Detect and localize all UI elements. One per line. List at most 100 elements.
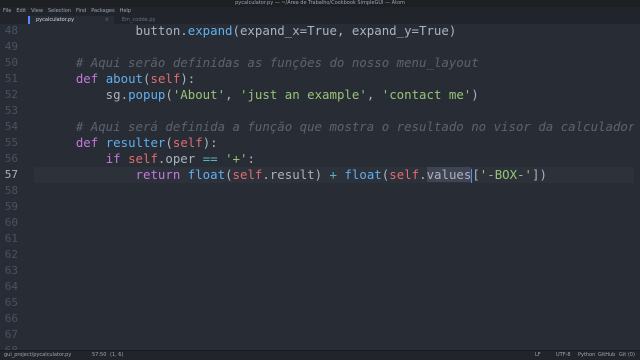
code-token: ):: [180, 71, 196, 86]
line-number: 53: [4, 104, 18, 117]
menu-packages[interactable]: Packages: [91, 7, 114, 16]
code-token: popup: [128, 87, 166, 102]
line-number: 51: [4, 72, 18, 85]
menu-file[interactable]: File: [3, 7, 11, 16]
code-token: float: [344, 167, 382, 182]
tab-bar: pycalculator.py × Em_codde.py: [0, 16, 640, 24]
menu-edit[interactable]: Edit: [16, 7, 26, 16]
status-file-path[interactable]: gui_project/pycalculator.py: [4, 351, 71, 360]
code-line[interactable]: return float(self.result) + float(self.v…: [46, 167, 547, 183]
status-bar: gui_project/pycalculator.py 57:50 (1, 6)…: [0, 350, 640, 360]
code-token: :: [247, 151, 255, 166]
code-token: ]): [532, 167, 547, 182]
code-line[interactable]: def resulter(self):: [46, 135, 218, 151]
line-number: 66: [4, 312, 18, 325]
menu-help[interactable]: Help: [120, 7, 131, 16]
tab-pycalculator[interactable]: pycalculator.py ×: [28, 16, 114, 24]
line-number: 54: [4, 120, 18, 133]
code-token: self: [389, 167, 420, 182]
line-number: 63: [4, 264, 18, 277]
code-line[interactable]: def about(self):: [46, 71, 195, 87]
line-number: 59: [4, 200, 18, 213]
code-token: about: [105, 71, 144, 86]
title-bar: pycalculator.py — ~/Área de Trabalho/Coo…: [0, 0, 640, 7]
menu-view[interactable]: View: [31, 7, 43, 16]
code-line[interactable]: if self.oper == '+':: [46, 151, 255, 167]
tab-label: Em_codde.py: [122, 17, 156, 23]
code-token: float: [187, 167, 226, 182]
close-icon[interactable]: ×: [105, 16, 109, 24]
status-encoding[interactable]: UTF-8: [556, 351, 571, 360]
code-token: return: [135, 167, 181, 182]
line-number: 50: [4, 56, 18, 69]
line-number: 49: [4, 40, 18, 53]
code-token: (expand_x=True, expand_y=True): [232, 24, 457, 38]
code-token: button.: [46, 24, 188, 38]
code-token: ,: [366, 87, 382, 102]
code-token: def: [75, 71, 99, 86]
line-number: 62: [4, 248, 18, 261]
code-token: # Aqui será definida a função que mostra…: [46, 119, 640, 134]
code-token: ,: [225, 87, 240, 102]
line-number-gutter: 48 49 50 51 52 53 54 55 56 57 58 59 60 61 62 63 64 65 66 67…: [0, 24, 34, 357]
line-number: 57: [4, 168, 18, 181]
line-number: 60: [4, 216, 18, 229]
status-line-ending[interactable]: LF: [535, 351, 541, 360]
code-token: ): [471, 87, 479, 102]
code-token: 'contact me': [381, 87, 472, 102]
code-token: values: [426, 167, 472, 182]
line-number: 55: [4, 136, 18, 149]
line-number: 65: [4, 296, 18, 309]
code-token: self: [172, 135, 203, 150]
code-token: 'About': [172, 87, 226, 102]
code-token: '+': [225, 151, 248, 166]
line-number: 48: [4, 24, 18, 37]
code-token: +: [329, 167, 337, 182]
code-token: if: [105, 151, 121, 166]
code-token: # Aqui serão definidas as funções do nos…: [46, 55, 479, 70]
status-github[interactable]: GitHub: [598, 351, 615, 360]
code-token: sg.: [46, 87, 129, 102]
status-cursor-position[interactable]: 57:50: [92, 351, 106, 360]
code-token: ):: [202, 135, 218, 150]
status-selection: (1, 6): [110, 352, 124, 358]
code-line[interactable]: # Aqui serão definidas as funções do nos…: [46, 55, 479, 71]
vertical-scrollbar[interactable]: [634, 24, 640, 350]
tab-label: pycalculator.py: [36, 17, 75, 23]
status-grammar[interactable]: Python: [578, 351, 595, 360]
code-token: (: [225, 167, 233, 182]
code-token: def: [75, 135, 99, 150]
line-number: 61: [4, 232, 18, 245]
code-token: self: [128, 151, 158, 166]
code-token: expand: [187, 24, 233, 38]
code-editor[interactable]: button.expand(expand_x=True, expand_y=Tr…: [46, 24, 640, 350]
code-token: resulter: [105, 135, 166, 150]
code-token: self: [150, 71, 181, 86]
line-number: 52: [4, 88, 18, 101]
menu-find[interactable]: Find: [76, 7, 86, 16]
code-token: self: [232, 167, 263, 182]
code-token: 'just an example': [239, 87, 367, 102]
status-git[interactable]: Git (0): [619, 351, 635, 360]
code-token: '-BOX-': [479, 167, 533, 182]
code-line[interactable]: # Aqui será definida a função que mostra…: [46, 119, 640, 135]
line-number: 64: [4, 280, 18, 293]
line-number: 67: [4, 328, 18, 341]
menu-selection[interactable]: Selection: [48, 7, 71, 16]
code-line[interactable]: sg.popup('About', 'just an example', 'co…: [46, 87, 479, 103]
menu-bar: File Edit View Selection Find Packages H…: [0, 7, 640, 16]
code-token: (: [165, 135, 173, 150]
tab-em-codde[interactable]: Em_codde.py: [114, 16, 200, 24]
line-number: 56: [4, 152, 18, 165]
code-line[interactable]: button.expand(expand_x=True, expand_y=Tr…: [46, 24, 457, 39]
line-number: 58: [4, 184, 18, 197]
code-token: .result): [262, 167, 330, 182]
